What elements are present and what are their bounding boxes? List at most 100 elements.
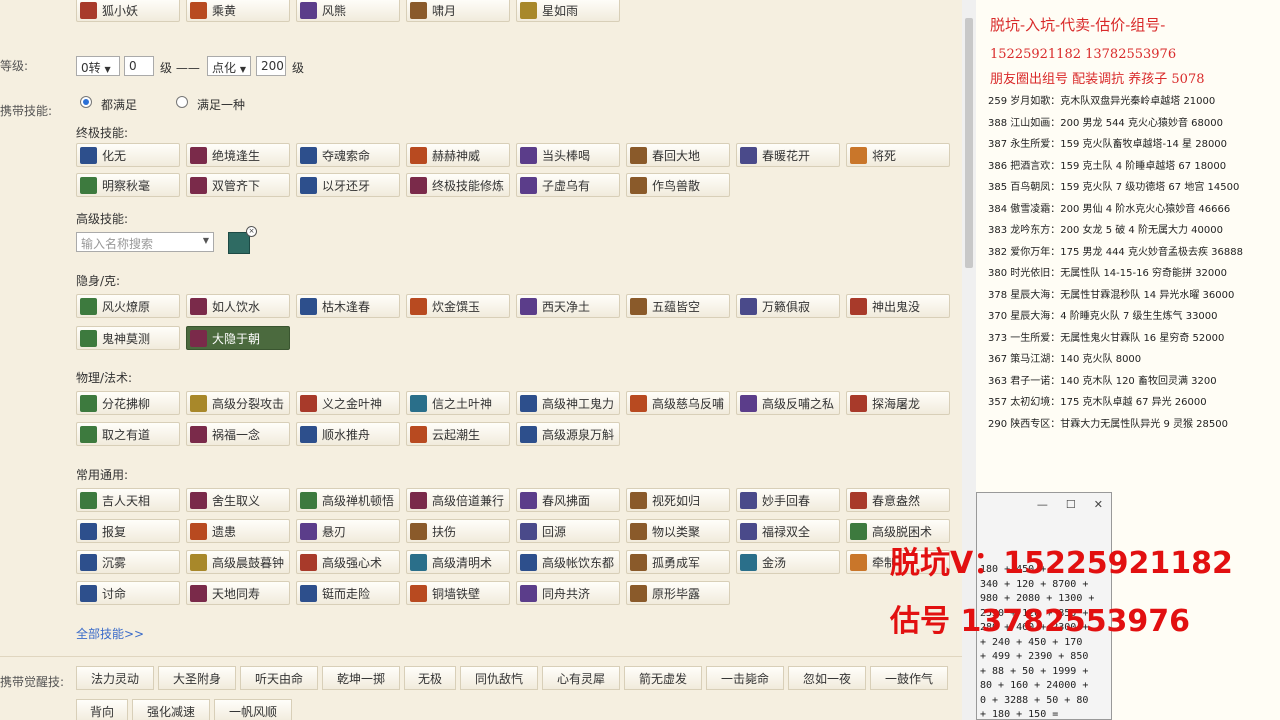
awaken-row1-btn[interactable]: 箭无虚发 [624, 666, 702, 690]
common-row2-btn[interactable]: 悬刃 [296, 519, 400, 543]
common-row3-btn[interactable]: 高级晨鼓暮钟 [186, 550, 290, 574]
phys-row1-btn[interactable]: 高级反哺之私 [736, 391, 840, 415]
stealth-row1-btn[interactable]: 西天净土 [516, 294, 620, 318]
radio-all[interactable] [80, 96, 92, 108]
scrollbar-thumb[interactable] [965, 18, 973, 268]
phys-row2-btn[interactable]: 云起潮生 [406, 422, 510, 446]
stealth-row1-btn[interactable]: 万籁俱寂 [736, 294, 840, 318]
all-skills-link[interactable]: 全部技能>> [76, 625, 144, 642]
common-row3-btn[interactable]: 沉雾 [76, 550, 180, 574]
common-row1-btn[interactable]: 视死如归 [626, 488, 730, 512]
awaken-row1-btn[interactable]: 一鼓作气 [870, 666, 948, 690]
stealth-row1-btn[interactable]: 枯木逢春 [296, 294, 400, 318]
common-row2-btn[interactable]: 物以类聚 [626, 519, 730, 543]
phys-row1-btn[interactable]: 高级慈乌反哺 [626, 391, 730, 415]
level-to-input[interactable]: 200 [256, 56, 286, 76]
common-row1-btn[interactable]: 高级禅机顿悟 [296, 488, 400, 512]
phys-row1-btn[interactable]: 探海屠龙 [846, 391, 950, 415]
top-pets-btn[interactable]: 风熊 [296, 0, 400, 22]
common-row4-btn[interactable]: 同舟共济 [516, 581, 620, 605]
ultimate-row1-btn[interactable]: 将死 [846, 143, 950, 167]
common-row2-btn[interactable]: 回源 [516, 519, 620, 543]
common-row4-btn[interactable]: 原形毕露 [626, 581, 730, 605]
common-row1-btn[interactable]: 妙手回春 [736, 488, 840, 512]
awaken-row1-btn[interactable]: 法力灵动 [76, 666, 154, 690]
common-row1-btn[interactable]: 春意盎然 [846, 488, 950, 512]
awaken-row1-btn[interactable]: 听天由命 [240, 666, 318, 690]
ultimate-row1-btn[interactable]: 绝境逢生 [186, 143, 290, 167]
common-row1-btn[interactable]: 舍生取义 [186, 488, 290, 512]
awaken-row1-btn[interactable]: 同仇敌忾 [460, 666, 538, 690]
stealth-row1-btn[interactable]: 如人饮水 [186, 294, 290, 318]
minimize-icon[interactable]: — [1037, 498, 1048, 511]
ultimate-row2-btn[interactable]: 终极技能修炼 [406, 173, 510, 197]
common-row1-btn[interactable]: 高级倍道兼行 [406, 488, 510, 512]
note-entry: 373 一生所爱：无属性鬼火甘霖队 16 星穷奇 52000 [988, 332, 1225, 344]
stealth-row1-btn[interactable]: 风火燎原 [76, 294, 180, 318]
phys-row2-btn[interactable]: 取之有道 [76, 422, 180, 446]
top-pets-btn[interactable]: 狐小妖 [76, 0, 180, 22]
phys-row2-btn[interactable]: 高级源泉万斛 [516, 422, 620, 446]
awaken-row1-btn[interactable]: 心有灵犀 [542, 666, 620, 690]
common-row1-btn[interactable]: 春风拂面 [516, 488, 620, 512]
skill-search-input[interactable]: 输入名称搜索 ▼ [76, 232, 214, 252]
common-row4-btn[interactable]: 讨命 [76, 581, 180, 605]
dianhua-select[interactable]: 点化 ▼ [207, 56, 251, 76]
top-pets-btn[interactable]: 星如雨 [516, 0, 620, 22]
stealth-row1-btn[interactable]: 炊金馔玉 [406, 294, 510, 318]
awaken-row2-btn[interactable]: 强化减速 [132, 699, 210, 720]
phys-row1-btn[interactable]: 义之金叶神 [296, 391, 400, 415]
close-icon[interactable]: ✕ [1094, 498, 1103, 511]
phys-row1-btn[interactable]: 高级神工鬼力 [516, 391, 620, 415]
ultimate-row1-btn[interactable]: 夺魂索命 [296, 143, 400, 167]
awaken-row1-btn[interactable]: 忽如一夜 [788, 666, 866, 690]
skill-icon [190, 425, 207, 443]
awaken-row2-btn[interactable]: 背向 [76, 699, 128, 720]
common-row3-btn[interactable]: 孤勇成军 [626, 550, 730, 574]
common-row3-btn[interactable]: 高级清明术 [406, 550, 510, 574]
phys-row1-btn[interactable]: 信之土叶神 [406, 391, 510, 415]
common-row1-btn[interactable]: 吉人天相 [76, 488, 180, 512]
awaken-row1-btn[interactable]: 一击毙命 [706, 666, 784, 690]
top-pets-btn[interactable]: 啸月 [406, 0, 510, 22]
common-row3-btn[interactable]: 金汤 [736, 550, 840, 574]
awaken-row1-btn[interactable]: 大圣附身 [158, 666, 236, 690]
close-icon[interactable]: × [246, 226, 257, 237]
ultimate-row1-btn[interactable]: 春暖花开 [736, 143, 840, 167]
stealth-row2-btn[interactable]: 大隐于朝 [186, 326, 290, 350]
ultimate-row2-btn[interactable]: 明察秋毫 [76, 173, 180, 197]
ultimate-row1-btn[interactable]: 赫赫神威 [406, 143, 510, 167]
phys-row2-btn[interactable]: 祸福一念 [186, 422, 290, 446]
top-pets-btn[interactable]: 乘黄 [186, 0, 290, 22]
awaken-row1-btn[interactable]: 无极 [404, 666, 456, 690]
ultimate-row2-btn[interactable]: 双管齐下 [186, 173, 290, 197]
radio-one[interactable] [176, 96, 188, 108]
ultimate-row2-btn[interactable]: 以牙还牙 [296, 173, 400, 197]
maximize-icon[interactable]: ☐ [1066, 498, 1076, 511]
skill-icon [740, 297, 757, 315]
common-row2-btn[interactable]: 遗患 [186, 519, 290, 543]
awaken-row1-btn[interactable]: 乾坤一掷 [322, 666, 400, 690]
ultimate-row2-btn[interactable]: 作鸟兽散 [626, 173, 730, 197]
ultimate-row1-btn[interactable]: 化无 [76, 143, 180, 167]
ultimate-row2-btn[interactable]: 子虚乌有 [516, 173, 620, 197]
common-row2-btn[interactable]: 福禄双全 [736, 519, 840, 543]
phys-row1-btn[interactable]: 高级分裂攻击 [186, 391, 290, 415]
ultimate-row1-btn[interactable]: 当头棒喝 [516, 143, 620, 167]
stealth-row1-btn[interactable]: 五蕴皆空 [626, 294, 730, 318]
stealth-row2-btn[interactable]: 鬼神莫测 [76, 326, 180, 350]
common-row3-btn[interactable]: 高级强心术 [296, 550, 400, 574]
phys-row1-btn[interactable]: 分花拂柳 [76, 391, 180, 415]
common-row3-btn[interactable]: 高级帐饮东都 [516, 550, 620, 574]
common-row4-btn[interactable]: 铤而走险 [296, 581, 400, 605]
common-row4-btn[interactable]: 天地同寿 [186, 581, 290, 605]
common-row2-btn[interactable]: 扶伤 [406, 519, 510, 543]
zhuan-select[interactable]: 0转 ▼ [76, 56, 120, 76]
level-from-input[interactable]: 0 [124, 56, 154, 76]
common-row4-btn[interactable]: 铜墙铁壁 [406, 581, 510, 605]
common-row2-btn[interactable]: 报复 [76, 519, 180, 543]
awaken-row2-btn[interactable]: 一帆风顺 [214, 699, 292, 720]
phys-row2-btn[interactable]: 顺水推舟 [296, 422, 400, 446]
stealth-row1-btn[interactable]: 神出鬼没 [846, 294, 950, 318]
ultimate-row1-btn[interactable]: 春回大地 [626, 143, 730, 167]
